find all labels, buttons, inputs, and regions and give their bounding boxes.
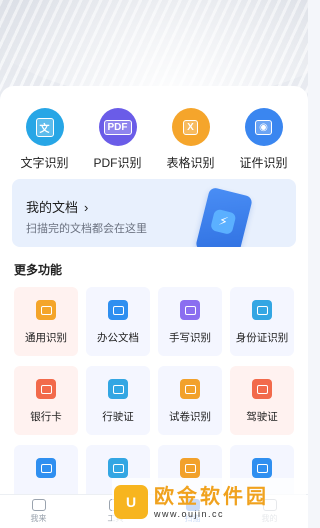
bank-card-icon (36, 379, 56, 399)
more-features-title: 更多功能 (14, 263, 63, 277)
feature-label: 办公文档 (97, 332, 139, 344)
feature-label: 身份证识别 (235, 332, 289, 344)
heart-icon (31, 499, 46, 511)
tool-id-recognition[interactable]: ◉ 证件识别 (229, 108, 299, 171)
watermark-logo: U (114, 484, 148, 519)
watermark: U 欧金软件园 www.oujin.cc (112, 478, 306, 525)
id-card-icon: ◉ (244, 108, 283, 146)
tab-label: 我来 (30, 514, 47, 523)
feature-label: 驾驶证 (246, 411, 278, 423)
docs-subtitle: 扫描完的文档都会在这里 (26, 223, 147, 235)
card-icon (180, 458, 200, 478)
feature-exam-paper[interactable]: 试卷识别 (158, 366, 222, 435)
watermark-brand: 欧金软件园 (154, 485, 269, 508)
tool-label: PDF识别 (93, 156, 142, 170)
hero-banner (0, 0, 308, 100)
card-icon (36, 458, 56, 478)
exam-paper-icon (180, 379, 200, 399)
feature-bank-card[interactable]: 银行卡 (14, 366, 78, 435)
handwriting-icon (180, 300, 200, 320)
tool-label: 表格识别 (166, 156, 215, 170)
phone-illustration: ⚡ (194, 186, 254, 247)
office-doc-icon (108, 300, 128, 320)
card-icon (252, 458, 272, 478)
tool-label: 证件识别 (239, 156, 288, 170)
docs-title: 我的文档 › (26, 200, 89, 215)
my-documents-card[interactable]: 我的文档 › 扫描完的文档都会在这里 ⚡ (12, 179, 296, 247)
feature-office-docs[interactable]: 办公文档 (86, 287, 150, 356)
feature-vehicle-license[interactable]: 行驶证 (86, 366, 150, 435)
tool-text-recognition[interactable]: 文 文字识别 (10, 108, 80, 171)
text-scan-icon: 文 (25, 108, 64, 146)
tab-favorites[interactable]: 我来 (0, 495, 77, 528)
feature-id-card[interactable]: 身份证识别 (230, 287, 294, 356)
feature-label: 银行卡 (30, 411, 62, 423)
driver-license-icon (252, 379, 272, 399)
feature-handwriting[interactable]: 手写识别 (158, 287, 222, 356)
driving-license-icon (108, 379, 128, 399)
tool-table-recognition[interactable]: X 表格识别 (156, 108, 226, 171)
feature-driver-license[interactable]: 驾驶证 (230, 366, 294, 435)
feature-label: 手写识别 (169, 332, 211, 344)
feature-label: 试卷识别 (169, 411, 211, 423)
general-scan-icon (36, 300, 56, 320)
card-icon (108, 458, 128, 478)
pdf-icon: PDF (98, 108, 137, 146)
tool-pdf-recognition[interactable]: PDF PDF识别 (83, 108, 153, 171)
bolt-icon: ⚡ (209, 208, 237, 236)
watermark-url: www.oujin.cc (154, 508, 225, 519)
primary-tools: 文 文字识别 PDF PDF识别 X 表格识别 ◉ 证件识别 (0, 108, 308, 171)
chevron-right-icon: › (84, 200, 89, 215)
feature-label: 行驶证 (102, 411, 134, 423)
table-icon: X (171, 108, 210, 146)
feature-general-recognition[interactable]: 通用识别 (14, 287, 78, 356)
id-scan-icon (252, 300, 272, 320)
tool-label: 文字识别 (20, 156, 69, 170)
feature-label: 通用识别 (25, 332, 67, 344)
